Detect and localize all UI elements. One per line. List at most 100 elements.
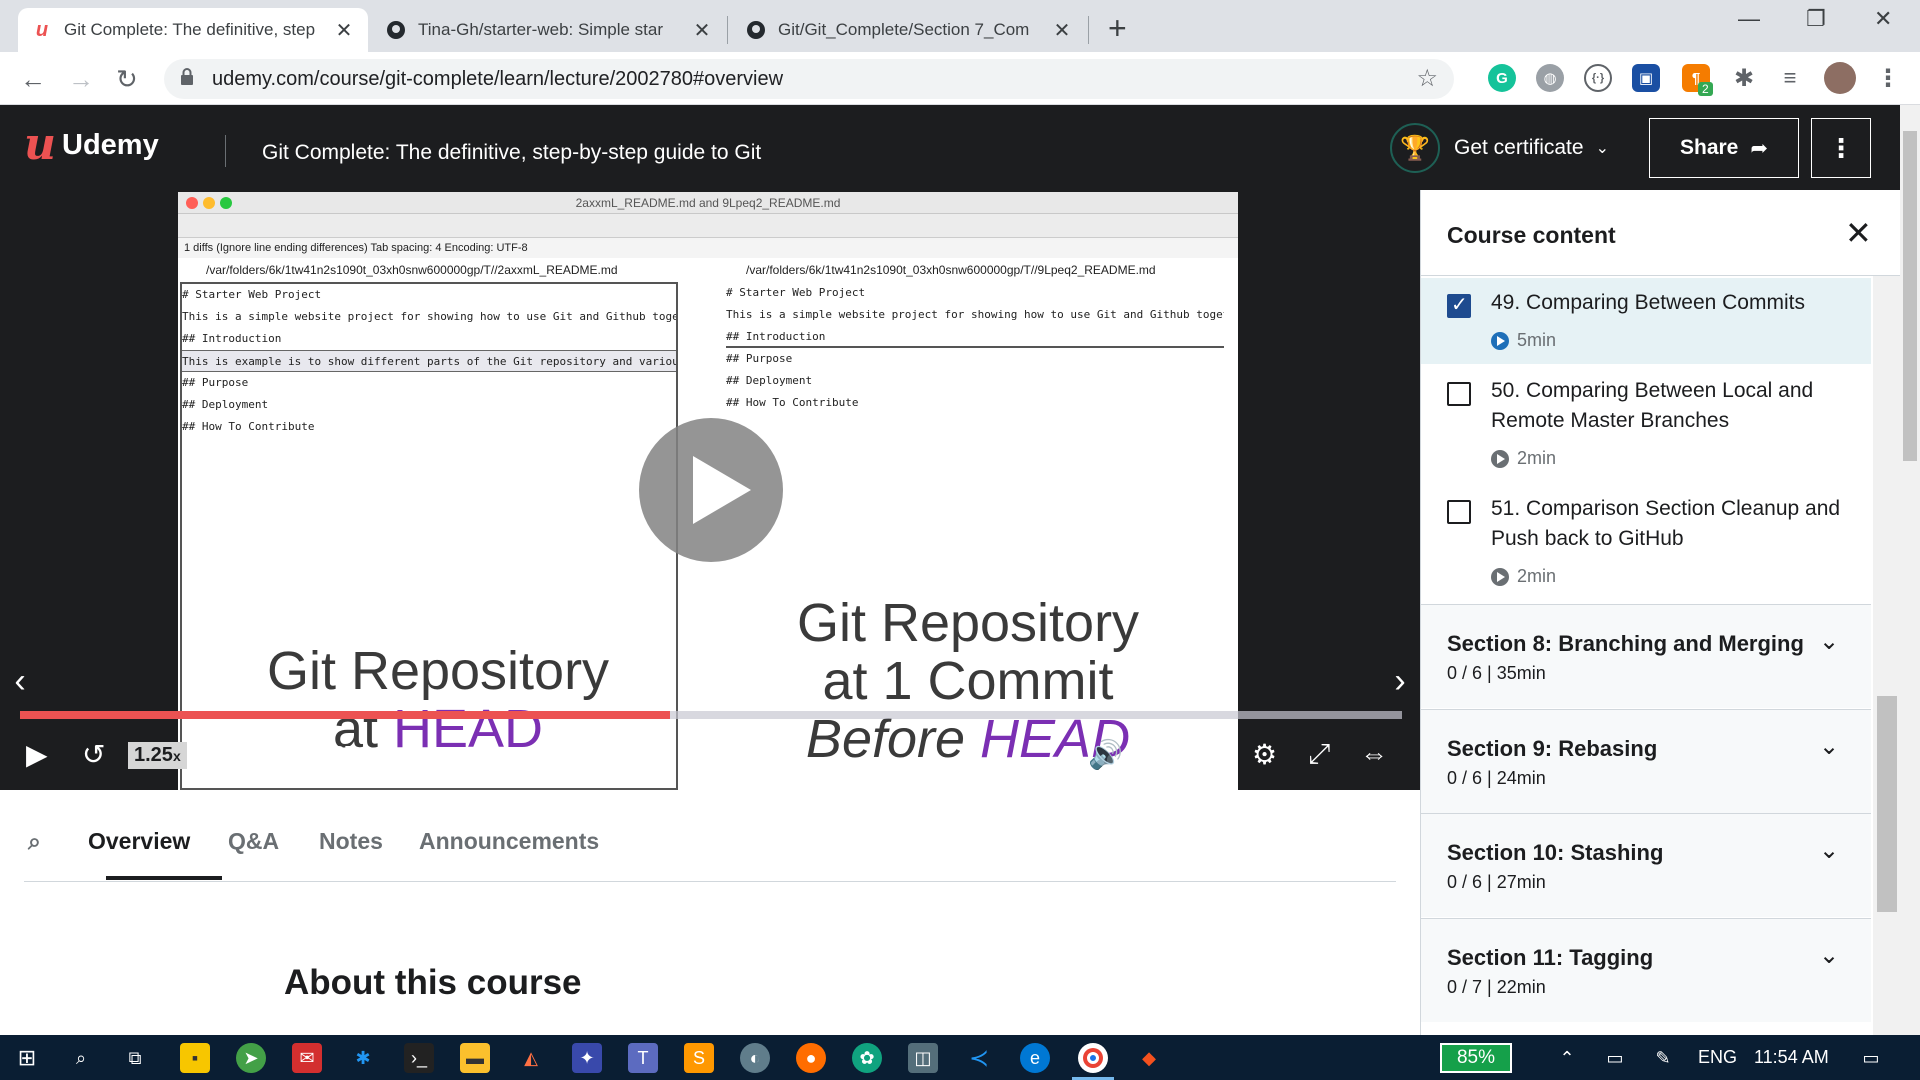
chrome-menu-icon[interactable]: ⋮: [1874, 64, 1902, 92]
battery-indicator[interactable]: 85%: [1440, 1043, 1512, 1073]
close-icon[interactable]: ✕: [692, 18, 712, 43]
settings-gear-icon[interactable]: ⚙: [1252, 738, 1277, 771]
close-icon[interactable]: ✕: [1845, 214, 1872, 252]
scrollbar-thumb[interactable]: [1903, 131, 1917, 461]
matlab-icon[interactable]: ◭: [516, 1043, 546, 1073]
chatgpt-icon[interactable]: ✿: [852, 1043, 882, 1073]
minimize-icon[interactable]: —: [1738, 6, 1760, 32]
udemy-icon: u: [35, 18, 49, 41]
network-icon[interactable]: ▭: [1600, 1043, 1630, 1073]
lecture-duration: 5min: [1491, 330, 1556, 351]
fullscreen-icon[interactable]: ⤢: [1308, 738, 1330, 771]
previous-lecture-button[interactable]: ‹: [0, 644, 40, 718]
chrome-icon[interactable]: [1078, 1043, 1108, 1073]
reload-icon[interactable]: ↻: [116, 64, 138, 95]
bluetooth-icon[interactable]: ✱: [348, 1043, 378, 1073]
scrollbar-thumb[interactable]: [1877, 696, 1897, 912]
firefox-icon[interactable]: ●: [796, 1043, 826, 1073]
restore-icon[interactable]: ❐: [1806, 6, 1826, 32]
windows-start-icon[interactable]: ⊞: [12, 1043, 42, 1073]
file-explorer-icon[interactable]: ▬: [460, 1043, 490, 1073]
puzzle-extensions-icon[interactable]: ✱: [1730, 64, 1758, 92]
chevron-up-icon[interactable]: ⌃: [1552, 1043, 1582, 1073]
lecture-item[interactable]: 50. Comparing Between Local and Remote M…: [1421, 364, 1871, 484]
lecture-checkbox[interactable]: [1447, 500, 1471, 524]
lecture-item[interactable]: 51. Comparison Section Cleanup and Push …: [1421, 484, 1871, 602]
browser-tab-github-2[interactable]: Git/Git_Complete/Section 7_Com ✕: [732, 8, 1086, 52]
search-icon[interactable]: ⌕: [66, 1043, 96, 1073]
playback-speed-button[interactable]: 1.25x: [128, 742, 187, 769]
lock-icon: [181, 68, 193, 85]
app-window-icon[interactable]: ◫: [908, 1043, 938, 1073]
expand-width-icon[interactable]: ⇔: [1360, 738, 1388, 770]
rewind-icon[interactable]: ↺: [82, 738, 105, 771]
sidebar-scrollbar[interactable]: [1873, 276, 1900, 1035]
tab-announcements[interactable]: Announcements: [419, 828, 599, 855]
app-circle-icon[interactable]: ◐: [740, 1043, 770, 1073]
section-item[interactable]: Section 8: Branching and Merging 0 / 6 |…: [1421, 604, 1871, 708]
notes-add-icon[interactable]: ✎: [376, 738, 396, 767]
section-item[interactable]: Section 9: Rebasing 0 / 6 | 24min ⌄: [1421, 709, 1871, 813]
bookmark-star-icon[interactable]: ☆: [1416, 64, 1438, 93]
tab-notes[interactable]: Notes: [319, 828, 383, 855]
forward-icon[interactable]: →: [68, 64, 94, 95]
video-progress-bar[interactable]: [20, 711, 1402, 719]
page-scrollbar[interactable]: [1900, 105, 1920, 1035]
sublime-icon[interactable]: S: [684, 1043, 714, 1073]
speed-value: 1.25: [134, 744, 173, 766]
get-certificate-button[interactable]: 🏆 Get certificate ⌄: [1390, 123, 1609, 173]
search-icon[interactable]: ⌕: [28, 828, 41, 855]
transcript-icon[interactable]: ▤: [1146, 738, 1169, 767]
app-green-icon[interactable]: ➤: [236, 1043, 266, 1073]
left-file-path: /var/folders/6k/1tw41n2s1090t_03xh0snw60…: [206, 263, 618, 277]
mail-icon[interactable]: ✉: [292, 1043, 322, 1073]
url-omnibox[interactable]: udemy.com/course/git-complete/learn/lect…: [164, 59, 1454, 99]
new-tab-icon[interactable]: +: [1108, 10, 1127, 47]
big-play-button[interactable]: [639, 418, 783, 562]
app-blue-icon[interactable]: ✦: [572, 1043, 602, 1073]
volume-icon[interactable]: 🔊: [1088, 738, 1123, 771]
terminal-icon[interactable]: ›_: [404, 1043, 434, 1073]
play-icon[interactable]: ▶: [26, 738, 48, 771]
task-view-icon[interactable]: ⧉: [120, 1043, 150, 1073]
clock[interactable]: 11:54 AM: [1754, 1047, 1829, 1068]
screen-record-icon[interactable]: ▣: [1632, 64, 1660, 92]
vscode-icon[interactable]: ≺: [964, 1043, 994, 1073]
pen-icon[interactable]: ✎: [1648, 1043, 1678, 1073]
close-icon[interactable]: ✕: [334, 18, 354, 43]
section-item[interactable]: Section 10: Stashing 0 / 6 | 27min ⌄: [1421, 813, 1871, 917]
duration-text: 2min: [1517, 566, 1557, 586]
tab-overview[interactable]: Overview: [88, 828, 190, 855]
git-icon[interactable]: ◆: [1134, 1043, 1164, 1073]
grammarly-icon[interactable]: G: [1488, 64, 1516, 92]
tab-qa[interactable]: Q&A: [228, 828, 279, 855]
sticky-notes-icon[interactable]: ▪: [180, 1043, 210, 1073]
about-course-heading: About this course: [284, 963, 582, 1002]
profile-avatar[interactable]: [1824, 62, 1856, 94]
lecture-item[interactable]: 49. Comparing Between Commits 5min: [1421, 278, 1871, 364]
lecture-checkbox[interactable]: [1447, 292, 1471, 318]
media-control-icon[interactable]: ≡: [1776, 64, 1804, 92]
code-extension-icon[interactable]: {·}: [1584, 64, 1612, 92]
lecture-checkbox[interactable]: [1447, 382, 1471, 406]
notifications-icon[interactable]: ▭: [1856, 1043, 1886, 1073]
globe-icon[interactable]: ◍: [1536, 64, 1564, 92]
browser-tab-udemy[interactable]: u Git Complete: The definitive, step ✕: [18, 8, 368, 52]
share-button[interactable]: Share ➦: [1649, 118, 1799, 178]
close-icon[interactable]: ✕: [1052, 18, 1072, 43]
udemy-logo[interactable]: u Udemy: [24, 123, 159, 167]
right-file-path: /var/folders/6k/1tw41n2s1090t_03xh0snw60…: [746, 263, 1156, 277]
back-icon[interactable]: ←: [20, 64, 46, 95]
forward-icon[interactable]: ↻: [216, 738, 239, 771]
more-options-icon[interactable]: ⋮: [1811, 118, 1871, 178]
teams-icon[interactable]: T: [628, 1043, 658, 1073]
edge-icon[interactable]: e: [1020, 1043, 1050, 1073]
captions-icon[interactable]: CC: [1198, 744, 1234, 768]
next-lecture-button[interactable]: ›: [1380, 644, 1420, 718]
section-item[interactable]: Section 11: Tagging 0 / 7 | 22min ⌄: [1421, 918, 1871, 1022]
browser-tab-github-1[interactable]: Tina-Gh/starter-web: Simple star ✕: [372, 8, 726, 52]
cc-label: CC: [1204, 747, 1228, 764]
language-indicator[interactable]: ENG: [1698, 1047, 1737, 1068]
course-title[interactable]: Git Complete: The definitive, step-by-st…: [262, 141, 761, 165]
close-window-icon[interactable]: ✕: [1874, 6, 1892, 32]
